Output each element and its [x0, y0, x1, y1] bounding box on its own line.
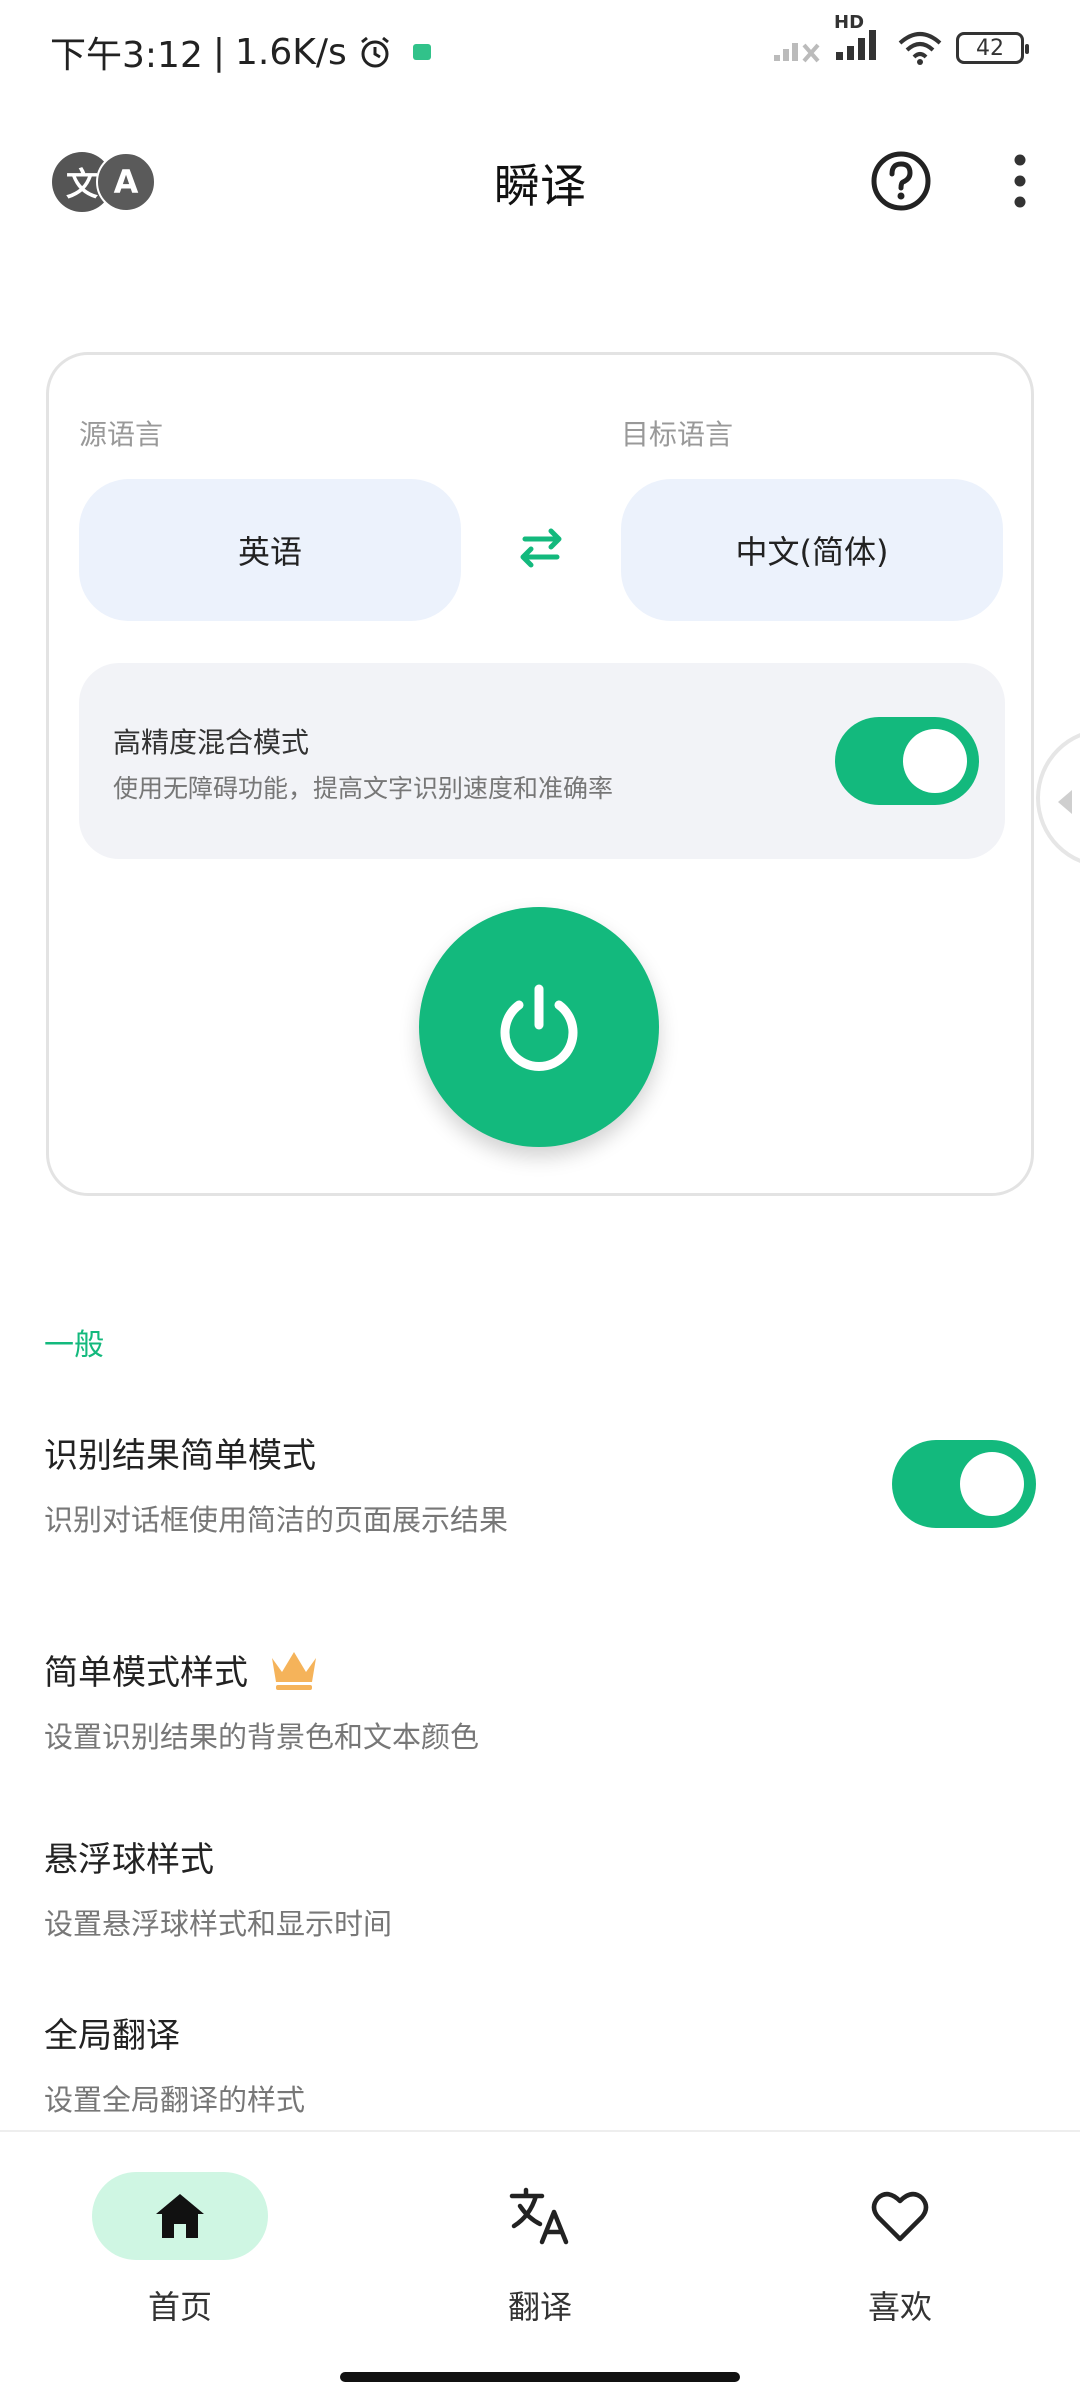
setting-title: 识别结果简单模式 — [44, 1436, 316, 1476]
nav-label: 首页 — [147, 2288, 212, 2326]
setting-floating-ball-style[interactable]: 悬浮球样式 设置悬浮球样式和显示时间 — [44, 1832, 1036, 1943]
crown-icon — [272, 1651, 316, 1690]
setting-subtitle: 设置识别结果的背景色和文本颜色 — [44, 1720, 480, 1754]
simple-result-mode-toggle[interactable] — [892, 1440, 1036, 1528]
battery-indicator: 42 — [956, 32, 1029, 64]
nav-label: 翻译 — [507, 2288, 572, 2326]
wifi-icon — [898, 32, 942, 65]
target-language-label: 目标语言 — [621, 418, 734, 451]
toggle-knob — [903, 729, 967, 793]
setting-subtitle: 识别对话框使用简洁的页面展示结果 — [44, 1503, 509, 1537]
status-time: 下午3:12 — [50, 35, 203, 76]
signal-strong-icon — [836, 30, 876, 60]
nav-icon-wrap — [452, 2172, 628, 2260]
signal-hd: HD — [834, 12, 884, 66]
bottom-navigation: 首页 翻译 喜欢 — [0, 2130, 1080, 2400]
toggle-knob — [960, 1452, 1024, 1516]
mode-title: 高精度混合模式 — [113, 726, 310, 759]
nav-icon-wrap — [92, 2172, 268, 2260]
setting-global-translation[interactable]: 全局翻译 设置全局翻译的样式 — [44, 2008, 1036, 2119]
floating-ball-handle[interactable] — [1036, 728, 1080, 868]
source-language-value: 英语 — [237, 533, 302, 571]
power-icon — [500, 984, 578, 1071]
chevron-left-icon — [1058, 790, 1072, 814]
status-speed: 1.6K/s — [234, 31, 347, 73]
app-bar: 文 A 瞬译 — [0, 130, 1080, 240]
battery-level: 42 — [976, 35, 1004, 61]
status-left: 下午3:12 | 1.6K/s — [50, 26, 431, 78]
setting-subtitle: 设置全局翻译的样式 — [44, 2083, 306, 2117]
swap-languages-icon[interactable] — [511, 517, 571, 577]
nav-item-favorites[interactable]: 喜欢 — [790, 2172, 1010, 2328]
source-language-button[interactable]: 英语 — [79, 479, 461, 621]
translate-icon — [509, 2187, 569, 2245]
status-bar: 下午3:12 | 1.6K/s HD 42 — [0, 0, 1080, 100]
home-indicator[interactable] — [340, 2372, 740, 2382]
power-button[interactable] — [419, 907, 659, 1147]
translator-card: 源语言 目标语言 英语 中文(简体) 高精度混合模式 使用无障碍功能，提高文字识… — [46, 352, 1034, 1196]
nav-icon-wrap — [812, 2172, 988, 2260]
target-language-button[interactable]: 中文(简体) — [621, 479, 1003, 621]
more-options-icon[interactable] — [1000, 150, 1040, 212]
nav-item-home[interactable]: 首页 — [70, 2172, 290, 2328]
high-precision-mode-toggle[interactable] — [835, 717, 979, 805]
setting-simple-mode-style[interactable]: 简单模式样式 设置识别结果的背景色和文本颜色 — [44, 1645, 1036, 1756]
high-precision-mode-panel: 高精度混合模式 使用无障碍功能，提高文字识别速度和准确率 — [79, 663, 1005, 859]
target-language-value: 中文(简体) — [735, 533, 889, 571]
alarm-icon — [360, 36, 389, 68]
section-title-general: 一般 — [44, 1328, 104, 1363]
home-icon — [156, 2194, 204, 2238]
status-divider: | — [212, 31, 225, 73]
setting-simple-result-mode[interactable]: 识别结果简单模式 识别对话框使用简洁的页面展示结果 — [44, 1428, 1036, 1539]
status-right: HD 42 — [772, 12, 1029, 66]
help-icon[interactable] — [870, 150, 932, 212]
setting-title: 全局翻译 — [44, 2016, 180, 2056]
nav-label: 喜欢 — [867, 2288, 932, 2326]
setting-title: 简单模式样式 — [44, 1645, 1036, 1694]
signal-weak-icon — [774, 43, 820, 63]
nav-item-translate[interactable]: 翻译 — [430, 2172, 650, 2328]
heart-icon — [871, 2191, 929, 2242]
source-language-label: 源语言 — [79, 418, 164, 451]
setting-title: 悬浮球样式 — [44, 1840, 214, 1880]
mode-subtitle: 使用无障碍功能，提高文字识别速度和准确率 — [113, 774, 614, 803]
notification-app-icon — [412, 44, 431, 60]
network-hd-label: HD — [834, 12, 865, 33]
setting-subtitle: 设置悬浮球样式和显示时间 — [44, 1907, 393, 1941]
